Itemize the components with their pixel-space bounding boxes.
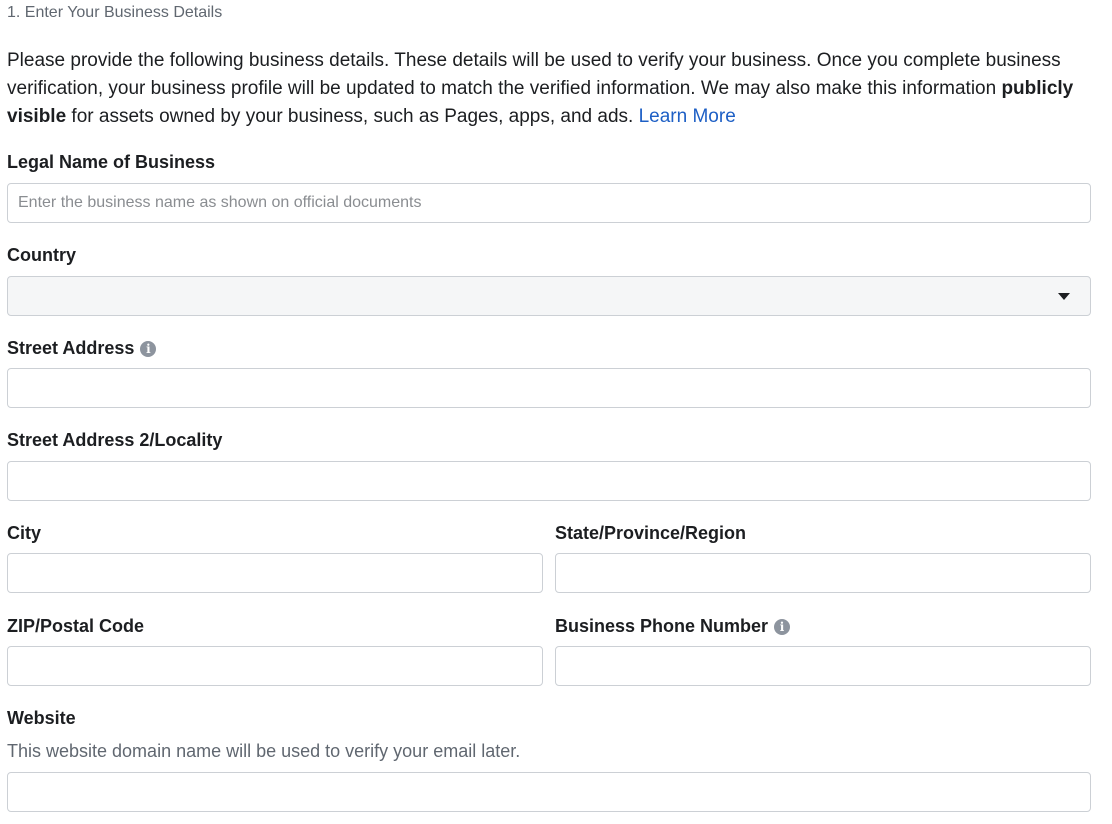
legal-name-label: Legal Name of Business bbox=[7, 152, 215, 173]
intro-text-part2: for assets owned by your business, such … bbox=[66, 106, 639, 127]
street-address-input[interactable] bbox=[8, 369, 1090, 407]
street-address-field[interactable] bbox=[7, 368, 1091, 408]
street-address2-field[interactable] bbox=[7, 461, 1091, 501]
street-address-label: Street Address i bbox=[7, 338, 157, 359]
intro-text-part1: Please provide the following business de… bbox=[7, 50, 1061, 99]
state-label: State/Province/Region bbox=[555, 523, 746, 544]
caret-down-icon bbox=[1058, 292, 1070, 300]
legal-name-field[interactable] bbox=[7, 183, 1091, 223]
street-address-label-text: Street Address bbox=[7, 338, 135, 358]
country-label: Country bbox=[7, 245, 76, 266]
zip-field[interactable] bbox=[7, 646, 543, 686]
country-select[interactable] bbox=[7, 276, 1091, 316]
website-label-text: Website bbox=[7, 708, 76, 728]
website-input[interactable] bbox=[8, 773, 1090, 811]
phone-label: Business Phone Number i bbox=[555, 616, 791, 637]
website-help-text: This website domain name will be used to… bbox=[7, 741, 521, 761]
phone-field[interactable] bbox=[555, 646, 1091, 686]
state-label-text: State/Province/Region bbox=[555, 523, 747, 543]
zip-label-text: ZIP/Postal Code bbox=[7, 616, 145, 636]
phone-input[interactable] bbox=[556, 647, 1090, 685]
info-icon[interactable]: i bbox=[140, 340, 157, 357]
city-label: City bbox=[7, 523, 41, 544]
zip-label: ZIP/Postal Code bbox=[7, 616, 144, 637]
city-label-text: City bbox=[7, 523, 42, 543]
country-label-text: Country bbox=[7, 245, 76, 265]
learn-more-link[interactable]: Learn More bbox=[639, 106, 736, 127]
info-icon[interactable]: i bbox=[774, 618, 791, 635]
phone-label-text: Business Phone Number bbox=[555, 616, 769, 636]
step-title: 1. Enter Your Business Details bbox=[7, 4, 223, 21]
state-input[interactable] bbox=[556, 554, 1090, 592]
city-field[interactable] bbox=[7, 553, 543, 593]
street-address2-label-text: Street Address 2/Locality bbox=[7, 430, 223, 450]
city-input[interactable] bbox=[8, 554, 542, 592]
zip-input[interactable] bbox=[8, 647, 542, 685]
legal-name-label-text: Legal Name of Business bbox=[7, 152, 216, 172]
street-address2-label: Street Address 2/Locality bbox=[7, 430, 222, 451]
state-field[interactable] bbox=[555, 553, 1091, 593]
intro-text: Please provide the following business de… bbox=[7, 47, 1097, 131]
street-address2-input[interactable] bbox=[8, 462, 1090, 500]
website-field[interactable] bbox=[7, 772, 1091, 812]
legal-name-input[interactable] bbox=[8, 184, 1090, 222]
website-label: Website bbox=[7, 708, 76, 729]
